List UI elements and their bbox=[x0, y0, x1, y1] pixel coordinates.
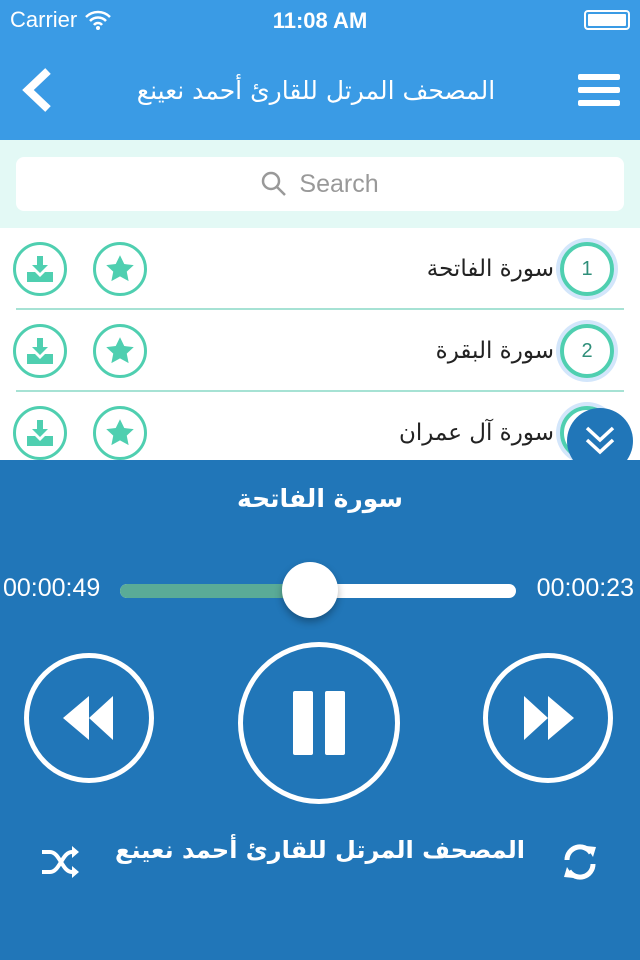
repeat-button[interactable] bbox=[562, 842, 598, 882]
fast-forward-icon bbox=[524, 696, 574, 740]
surah-list-item[interactable]: سورة الفاتحة 1 bbox=[0, 228, 640, 310]
menu-icon[interactable] bbox=[578, 72, 620, 108]
surah-name: سورة آل عمران bbox=[398, 420, 554, 446]
download-button[interactable] bbox=[13, 324, 67, 378]
favorite-button[interactable] bbox=[93, 406, 147, 460]
collapse-player-button[interactable] bbox=[567, 408, 633, 474]
star-icon bbox=[106, 337, 134, 364]
status-bar: Carrier 11:08 AM bbox=[0, 0, 640, 40]
remaining-time: 00:00:23 bbox=[536, 574, 634, 602]
back-button[interactable] bbox=[20, 67, 54, 113]
star-icon bbox=[106, 419, 134, 446]
search-bar: Search bbox=[0, 140, 640, 228]
battery-icon bbox=[584, 10, 630, 30]
reciter-name: المصحف المرتل للقارئ أحمد نعينع bbox=[115, 836, 525, 864]
star-icon bbox=[106, 255, 134, 282]
favorite-button[interactable] bbox=[93, 242, 147, 296]
surah-list-item[interactable]: سورة البقرة 2 bbox=[0, 310, 640, 392]
page-title: المصحف المرتل للقارئ أحمد نعينع bbox=[136, 75, 496, 105]
search-input[interactable]: Search bbox=[16, 157, 624, 211]
fast-forward-button[interactable] bbox=[483, 653, 613, 783]
download-button[interactable] bbox=[13, 242, 67, 296]
shuffle-button[interactable] bbox=[40, 844, 80, 880]
surah-number: 2 bbox=[560, 324, 614, 378]
rewind-icon bbox=[63, 696, 113, 740]
rewind-button[interactable] bbox=[24, 653, 154, 783]
download-icon bbox=[27, 420, 53, 446]
surah-number: 1 bbox=[560, 242, 614, 296]
download-icon bbox=[27, 256, 53, 282]
search-icon bbox=[262, 171, 287, 196]
elapsed-time: 00:00:49 bbox=[3, 574, 101, 602]
audio-player: سورة الفاتحة 00:00:49 00:00:23 المصحف ال… bbox=[0, 460, 640, 960]
download-icon bbox=[27, 338, 53, 364]
favorite-button[interactable] bbox=[93, 324, 147, 378]
clock: 11:08 AM bbox=[272, 8, 368, 33]
surah-name: سورة البقرة bbox=[435, 338, 554, 364]
pause-icon bbox=[293, 691, 345, 755]
slider-thumb[interactable] bbox=[282, 562, 339, 618]
now-playing-title: سورة الفاتحة bbox=[236, 484, 403, 513]
double-chevron-down-icon bbox=[585, 426, 615, 455]
pause-button[interactable] bbox=[238, 642, 400, 804]
header: Carrier 11:08 AM المصحف المرتل للقارئ أح… bbox=[0, 0, 640, 140]
download-button[interactable] bbox=[13, 406, 67, 460]
surah-name: سورة الفاتحة bbox=[426, 256, 554, 282]
